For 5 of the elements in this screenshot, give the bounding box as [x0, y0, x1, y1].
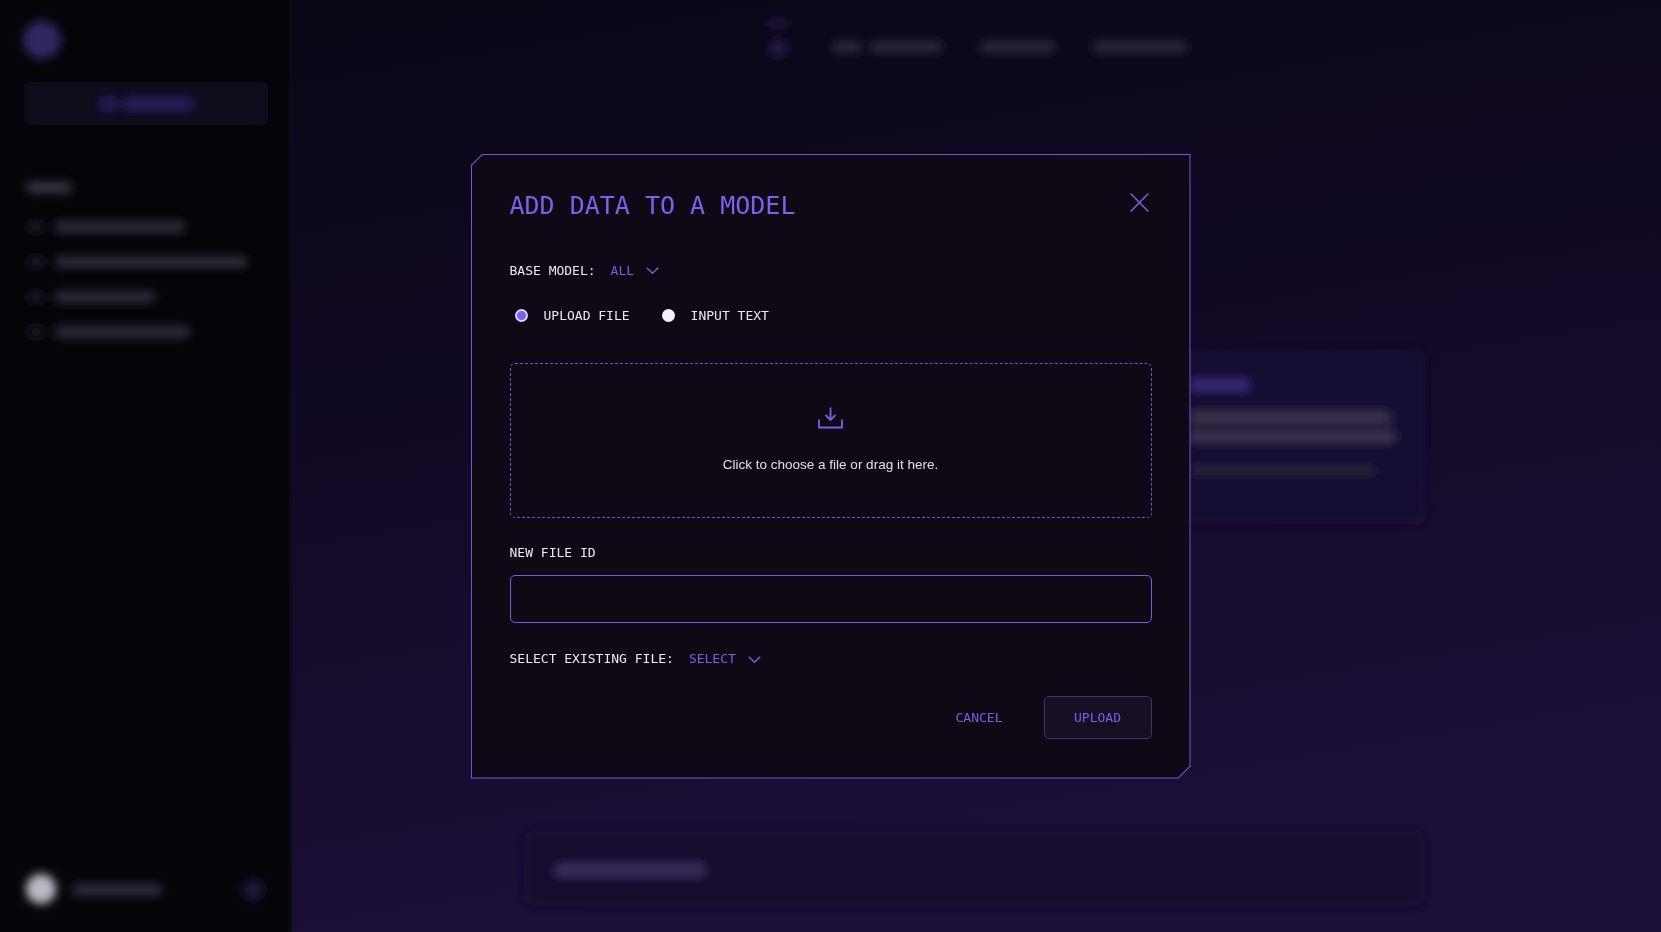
- upload-button[interactable]: UPLOAD: [1043, 695, 1152, 739]
- close-icon: [1130, 193, 1149, 212]
- dropzone-text: Click to choose a file or drag it here.: [722, 456, 939, 473]
- cancel-button[interactable]: CANCEL: [943, 695, 1015, 739]
- download-icon: [818, 406, 843, 429]
